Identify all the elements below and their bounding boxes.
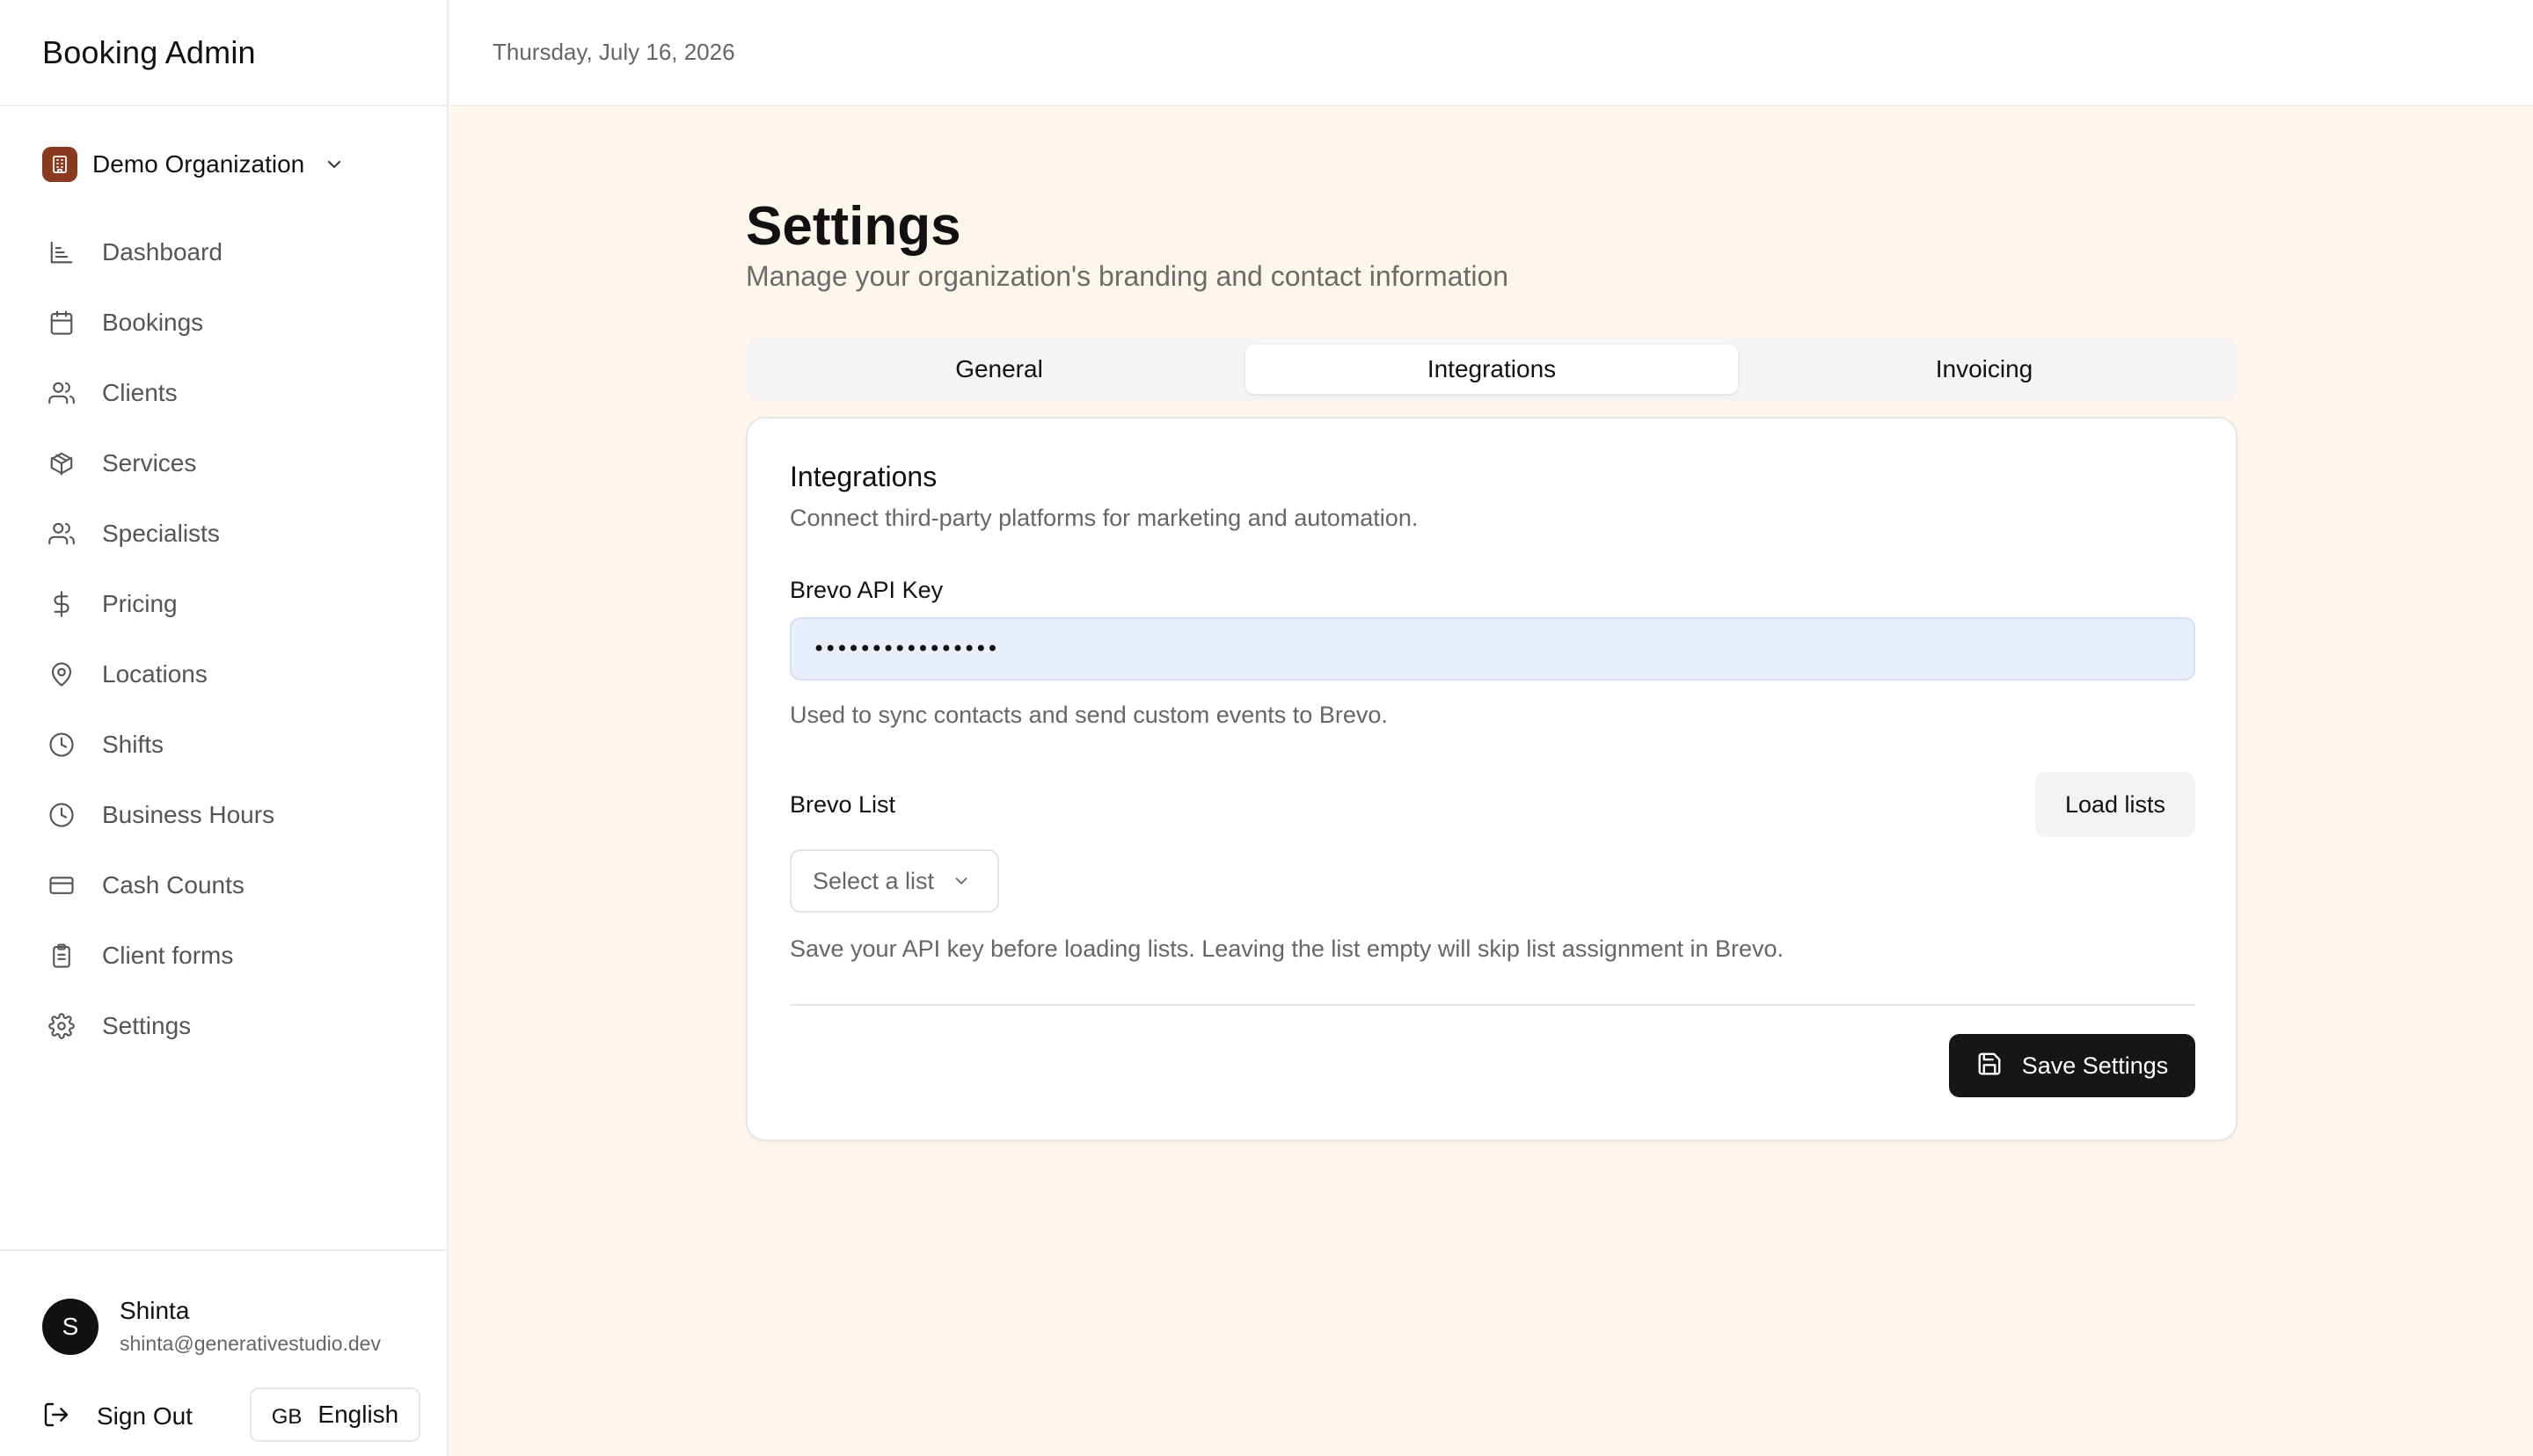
users-icon [47,379,76,407]
language-selector[interactable]: GB English [250,1387,420,1442]
avatar: S [42,1299,99,1355]
sidebar-item-label: Pricing [102,590,178,617]
current-date: Thursday, July 16, 2026 [493,39,735,65]
user-email: shinta@generativestudio.dev [120,1332,381,1355]
sidebar-item-clients[interactable]: Clients [35,358,422,428]
sidebar-item-business-hours[interactable]: Business Hours [35,780,422,850]
sidebar-item-pricing[interactable]: Pricing [35,569,422,639]
save-settings-label: Save Settings [2021,1052,2169,1079]
sidebar-item-label: Client forms [102,942,234,969]
chevron-down-icon [324,154,345,175]
sidebar-item-label: Cash Counts [102,871,245,899]
sign-out-button[interactable]: Sign Out [42,1397,193,1436]
card-subtitle: Connect third-party platforms for market… [790,505,1419,531]
language-label: English [318,1401,399,1428]
sidebar-item-client-forms[interactable]: Client forms [35,921,422,991]
chevron-down-icon [952,871,971,891]
sidebar-item-label: Bookings [102,309,204,336]
package-icon [47,449,76,477]
save-settings-button[interactable]: Save Settings [1949,1034,2195,1097]
api-key-input[interactable] [790,617,2195,681]
sidebar-item-label: Dashboard [102,238,223,266]
gear-icon [47,1012,76,1040]
divider [790,1004,2195,1006]
sidebar-item-shifts[interactable]: Shifts [35,710,422,780]
log-out-icon [42,1401,70,1433]
sidebar-item-specialists[interactable]: Specialists [35,499,422,569]
sidebar-item-dashboard[interactable]: Dashboard [35,217,422,288]
sidebar-item-label: Specialists [102,520,220,547]
brand: Booking Admin [0,0,447,106]
tab-integrations[interactable]: Integrations [1245,345,1738,394]
chart-icon [47,238,76,266]
clipboard-icon [47,942,76,970]
list-label: Brevo List [790,791,896,818]
organization-switcher[interactable]: Demo Organization [42,146,345,183]
clock-icon [47,731,76,759]
organization-name: Demo Organization [92,150,305,178]
page-subtitle: Manage your organization's branding and … [746,260,1509,292]
settings-tabs: General Integrations Invoicing [746,338,2237,401]
sidebar-item-services[interactable]: Services [35,428,422,499]
user-name: Shinta [120,1297,190,1324]
page-title: Settings [746,196,961,257]
sidebar-item-settings[interactable]: Settings [35,991,422,1061]
sidebar-item-label: Business Hours [102,801,275,828]
integrations-card: Integrations Connect third-party platfor… [746,417,2237,1141]
building-icon [42,147,77,182]
select-placeholder: Select a list [813,867,935,894]
top-bar: Thursday, July 16, 2026 [450,0,2533,106]
app-title: Booking Admin [42,33,256,70]
dollar-icon [47,590,76,618]
calendar-icon [47,309,76,337]
sidebar-item-cash-counts[interactable]: Cash Counts [35,850,422,921]
save-icon [1976,1051,2003,1081]
sidebar: Booking Admin Demo Organization Dashboar… [0,0,449,1456]
sidebar-item-locations[interactable]: Locations [35,639,422,710]
sidebar-item-label: Shifts [102,731,164,758]
sidebar-item-bookings[interactable]: Bookings [35,288,422,358]
sign-out-label: Sign Out [97,1402,193,1430]
sidebar-item-label: Services [102,449,197,477]
users-icon [47,520,76,548]
user-panel: S Shinta shinta@generativestudio.dev Sig… [0,1249,449,1456]
credit-card-icon [47,871,76,899]
list-select[interactable]: Select a list [790,849,999,913]
load-lists-button[interactable]: Load lists [2035,772,2195,837]
sidebar-nav: Dashboard Bookings Clients Services Spec… [35,217,422,1061]
tab-invoicing[interactable]: Invoicing [1738,345,2230,394]
api-key-label: Brevo API Key [790,577,944,603]
tab-general[interactable]: General [753,345,1245,394]
list-help: Save your API key before loading lists. … [790,935,1785,962]
card-title: Integrations [790,461,938,492]
sidebar-item-label: Locations [102,660,208,688]
map-pin-icon [47,660,76,688]
sidebar-item-label: Clients [102,379,178,406]
api-key-help: Used to sync contacts and send custom ev… [790,702,1388,728]
clock-icon [47,801,76,829]
flag-icon: GB [271,1405,303,1429]
sidebar-item-label: Settings [102,1012,192,1039]
